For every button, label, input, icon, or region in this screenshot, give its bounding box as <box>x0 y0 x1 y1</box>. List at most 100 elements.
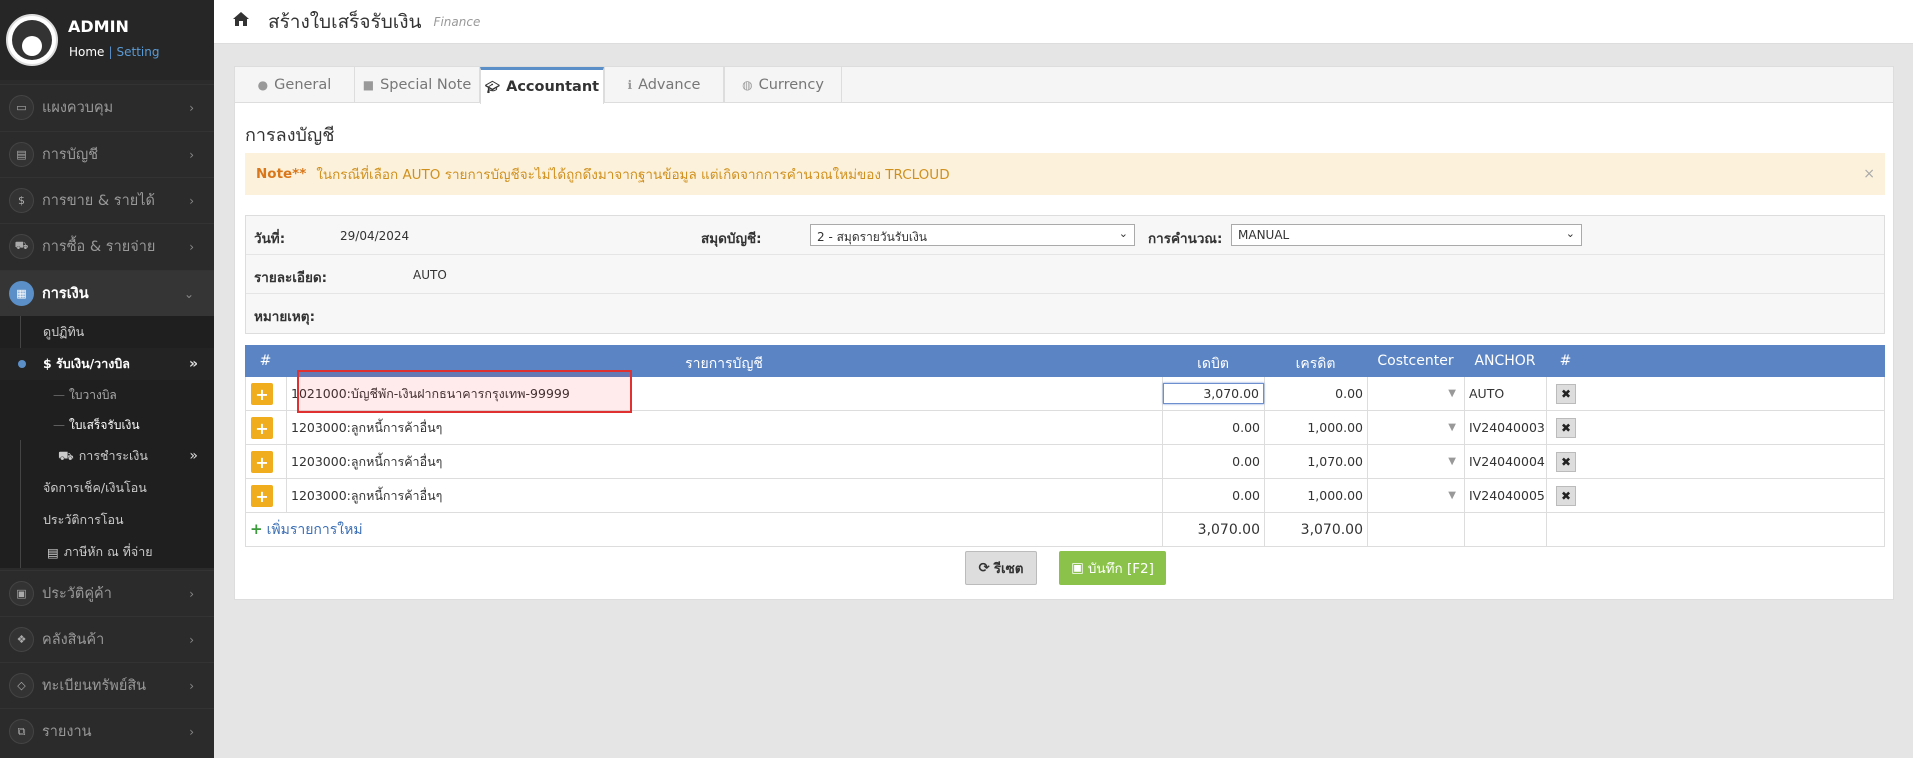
selection-highlight <box>297 370 632 413</box>
add-row-button[interactable]: + <box>251 383 273 405</box>
submenu-calendar[interactable]: ดูปฏิทิน <box>0 316 214 348</box>
debit-cell[interactable]: 0.00 <box>1163 445 1265 478</box>
column-header: # <box>1559 353 1572 369</box>
delete-row-button[interactable]: ✖ <box>1556 451 1576 472</box>
account-cell[interactable]: 1203000:ลูกหนี้การค้าอื่นๆ <box>287 479 1163 512</box>
info-icon: ℹ <box>627 78 633 92</box>
total-debit: 3,070.00 <box>1163 513 1265 546</box>
tab-currency[interactable]: ◍ Currency <box>724 67 842 103</box>
submenu-cheque[interactable]: จัดการเช็ค/เงินโอน <box>0 472 214 504</box>
menu-inventory[interactable]: ❖ คลังสินค้า › <box>0 616 214 662</box>
journal-table: # รายการบัญชี เดบิต เครดิต Costcenter AN… <box>245 345 1885 547</box>
costcenter-select[interactable]: ▼ <box>1368 377 1465 410</box>
submenu-receipt[interactable]: — ใบเสร็จรับเงิน <box>0 410 214 440</box>
add-row-button[interactable]: + <box>251 485 273 507</box>
sidebar-header: ADMIN Home | Setting <box>0 0 214 80</box>
credit-cell[interactable]: 1,000.00 <box>1265 411 1368 444</box>
save-button[interactable]: ▣ บันทึก [F2] <box>1059 551 1166 585</box>
add-row-button[interactable]: + <box>251 451 273 473</box>
calendar-icon: ▦ <box>9 281 34 306</box>
book-select[interactable]: 2 - สมุดรายวันรับเงิน ⌄ <box>810 224 1135 246</box>
avatar[interactable] <box>6 14 58 66</box>
home-icon[interactable] <box>232 11 250 32</box>
globe-icon: ◍ <box>742 78 753 92</box>
submenu-label: จัดการเช็ค/เงินโอน <box>43 480 147 495</box>
submenu-payment[interactable]: ⛟ การชำระเงิน » <box>0 440 214 472</box>
book-icon: ▤ <box>9 142 34 167</box>
detail-value[interactable]: AUTO <box>413 268 447 282</box>
anchor-cell: IV24040004 <box>1465 445 1547 478</box>
costcenter-select[interactable]: ▼ <box>1368 445 1465 478</box>
tab-label: Special Note <box>380 77 472 93</box>
date-value[interactable]: 29/04/2024 <box>340 229 409 243</box>
tab-advance[interactable]: ℹ Advance <box>604 67 724 103</box>
column-header: เครดิต <box>1295 356 1336 372</box>
calc-select[interactable]: MANUAL ⌄ <box>1231 224 1582 246</box>
user-icon: ● <box>257 78 269 92</box>
detail-label: รายละเอียด: <box>254 270 328 286</box>
debit-cell[interactable]: 0.00 <box>1163 479 1265 512</box>
debit-cell[interactable]: 0.00 <box>1163 411 1265 444</box>
delete-row-button[interactable]: ✖ <box>1556 383 1576 404</box>
account-cell[interactable]: 1203000:ลูกหนี้การค้าอื่นๆ <box>287 445 1163 478</box>
form-row-date: วันที่: 29/04/2024 สมุดบัญชี: 2 - สมุดรา… <box>246 216 1884 255</box>
setting-link[interactable]: Setting <box>116 45 159 59</box>
floppy-icon: ▣ <box>1071 560 1084 576</box>
costcenter-select[interactable]: ▼ <box>1368 479 1465 512</box>
table-footer-row: + เพิ่มรายการใหม่ 3,070.00 3,070.00 <box>245 513 1885 547</box>
menu-assets[interactable]: ◇ ทะเบียนทรัพย์สิน › <box>0 662 214 708</box>
tab-special-note[interactable]: ■ Special Note <box>354 67 480 103</box>
menu-reports[interactable]: ⧉ รายงาน › <box>0 708 214 754</box>
double-chevron-right-icon: » <box>189 448 198 464</box>
monitor-icon: ▭ <box>9 95 34 120</box>
delete-row-button[interactable]: ✖ <box>1556 417 1576 438</box>
main-panel: ● General ■ Special Note 🎓︎ Accountant ℹ Adv… <box>234 66 1894 600</box>
menu-label: การขาย & รายได้ <box>42 193 155 209</box>
menu-label: รายงาน <box>42 724 92 740</box>
submenu-transfer-history[interactable]: ประวัติการโอน <box>0 504 214 536</box>
menu-finance[interactable]: ▦ การเงิน ⌄ <box>0 270 214 316</box>
submenu-billing-note[interactable]: — ใบวางบิล <box>0 380 214 410</box>
tab-bar: ● General ■ Special Note 🎓︎ Accountant ℹ Adv… <box>235 67 1893 104</box>
add-new-item-link[interactable]: + เพิ่มรายการใหม่ <box>250 519 363 541</box>
table-row: + 1203000:ลูกหนี้การค้าอื่นๆ 0.00 1,070.… <box>245 445 1885 479</box>
menu-accounting[interactable]: ▤ การบัญชี › <box>0 131 214 177</box>
chevron-right-icon: › <box>189 678 194 693</box>
chevron-down-icon: ⌄ <box>1118 227 1128 240</box>
add-row-button[interactable]: + <box>251 417 273 439</box>
tab-general[interactable]: ● General <box>235 67 355 103</box>
delete-row-button[interactable]: ✖ <box>1556 485 1576 506</box>
credit-cell[interactable]: 1,000.00 <box>1265 479 1368 512</box>
tab-accountant[interactable]: 🎓︎ Accountant <box>480 67 604 104</box>
home-link[interactable]: Home <box>69 45 104 59</box>
account-cell[interactable]: 1203000:ลูกหนี้การค้าอื่นๆ <box>287 411 1163 444</box>
reset-button[interactable]: ⟳ รีเซต <box>965 551 1037 585</box>
anchor-cell: IV24040005 <box>1465 479 1547 512</box>
menu-sales[interactable]: $ การขาย & รายได้ › <box>0 177 214 223</box>
credit-cell[interactable]: 0.00 <box>1265 377 1368 410</box>
tab-label: General <box>274 77 332 93</box>
chevron-right-icon: › <box>189 147 194 162</box>
graduation-cap-icon: 🎓︎ <box>484 80 501 94</box>
costcenter-select[interactable]: ▼ <box>1368 411 1465 444</box>
menu-dashboard[interactable]: ▭ แผงควบคุม › <box>0 84 214 130</box>
menu-purchase[interactable]: ⛟ การซื้อ & รายจ่าย › <box>0 223 214 269</box>
close-icon[interactable]: × <box>1863 166 1875 182</box>
note-alert: Note** ในกรณีที่เลือก AUTO รายการบัญชีจะ… <box>245 153 1885 195</box>
submenu-receive-billing[interactable]: $ รับเงิน/วางบิล » <box>0 348 214 380</box>
file-icon: ▤ <box>47 544 59 560</box>
contact-icon: ▣ <box>9 581 34 606</box>
credit-cell[interactable]: 1,070.00 <box>1265 445 1368 478</box>
caret-down-icon: ▼ <box>1448 422 1456 433</box>
submenu-withholding-tax[interactable]: ▤ ภาษีหัก ณ ที่จ่าย <box>0 536 214 568</box>
chevron-down-icon: ⌄ <box>183 286 194 301</box>
diamond-icon: ◇ <box>9 673 34 698</box>
menu-contacts[interactable]: ▣ ประวัติคู่ค้า › <box>0 570 214 616</box>
remark-label: หมายเหตุ: <box>254 309 315 325</box>
debit-input[interactable]: 3,070.00 <box>1163 383 1264 404</box>
plus-icon: + <box>250 519 263 538</box>
table-row: + 1203000:ลูกหนี้การค้าอื่นๆ 0.00 1,000.… <box>245 479 1885 513</box>
link-separator: | <box>108 45 113 59</box>
total-credit: 3,070.00 <box>1265 513 1368 546</box>
caret-down-icon: ▼ <box>1448 456 1456 467</box>
